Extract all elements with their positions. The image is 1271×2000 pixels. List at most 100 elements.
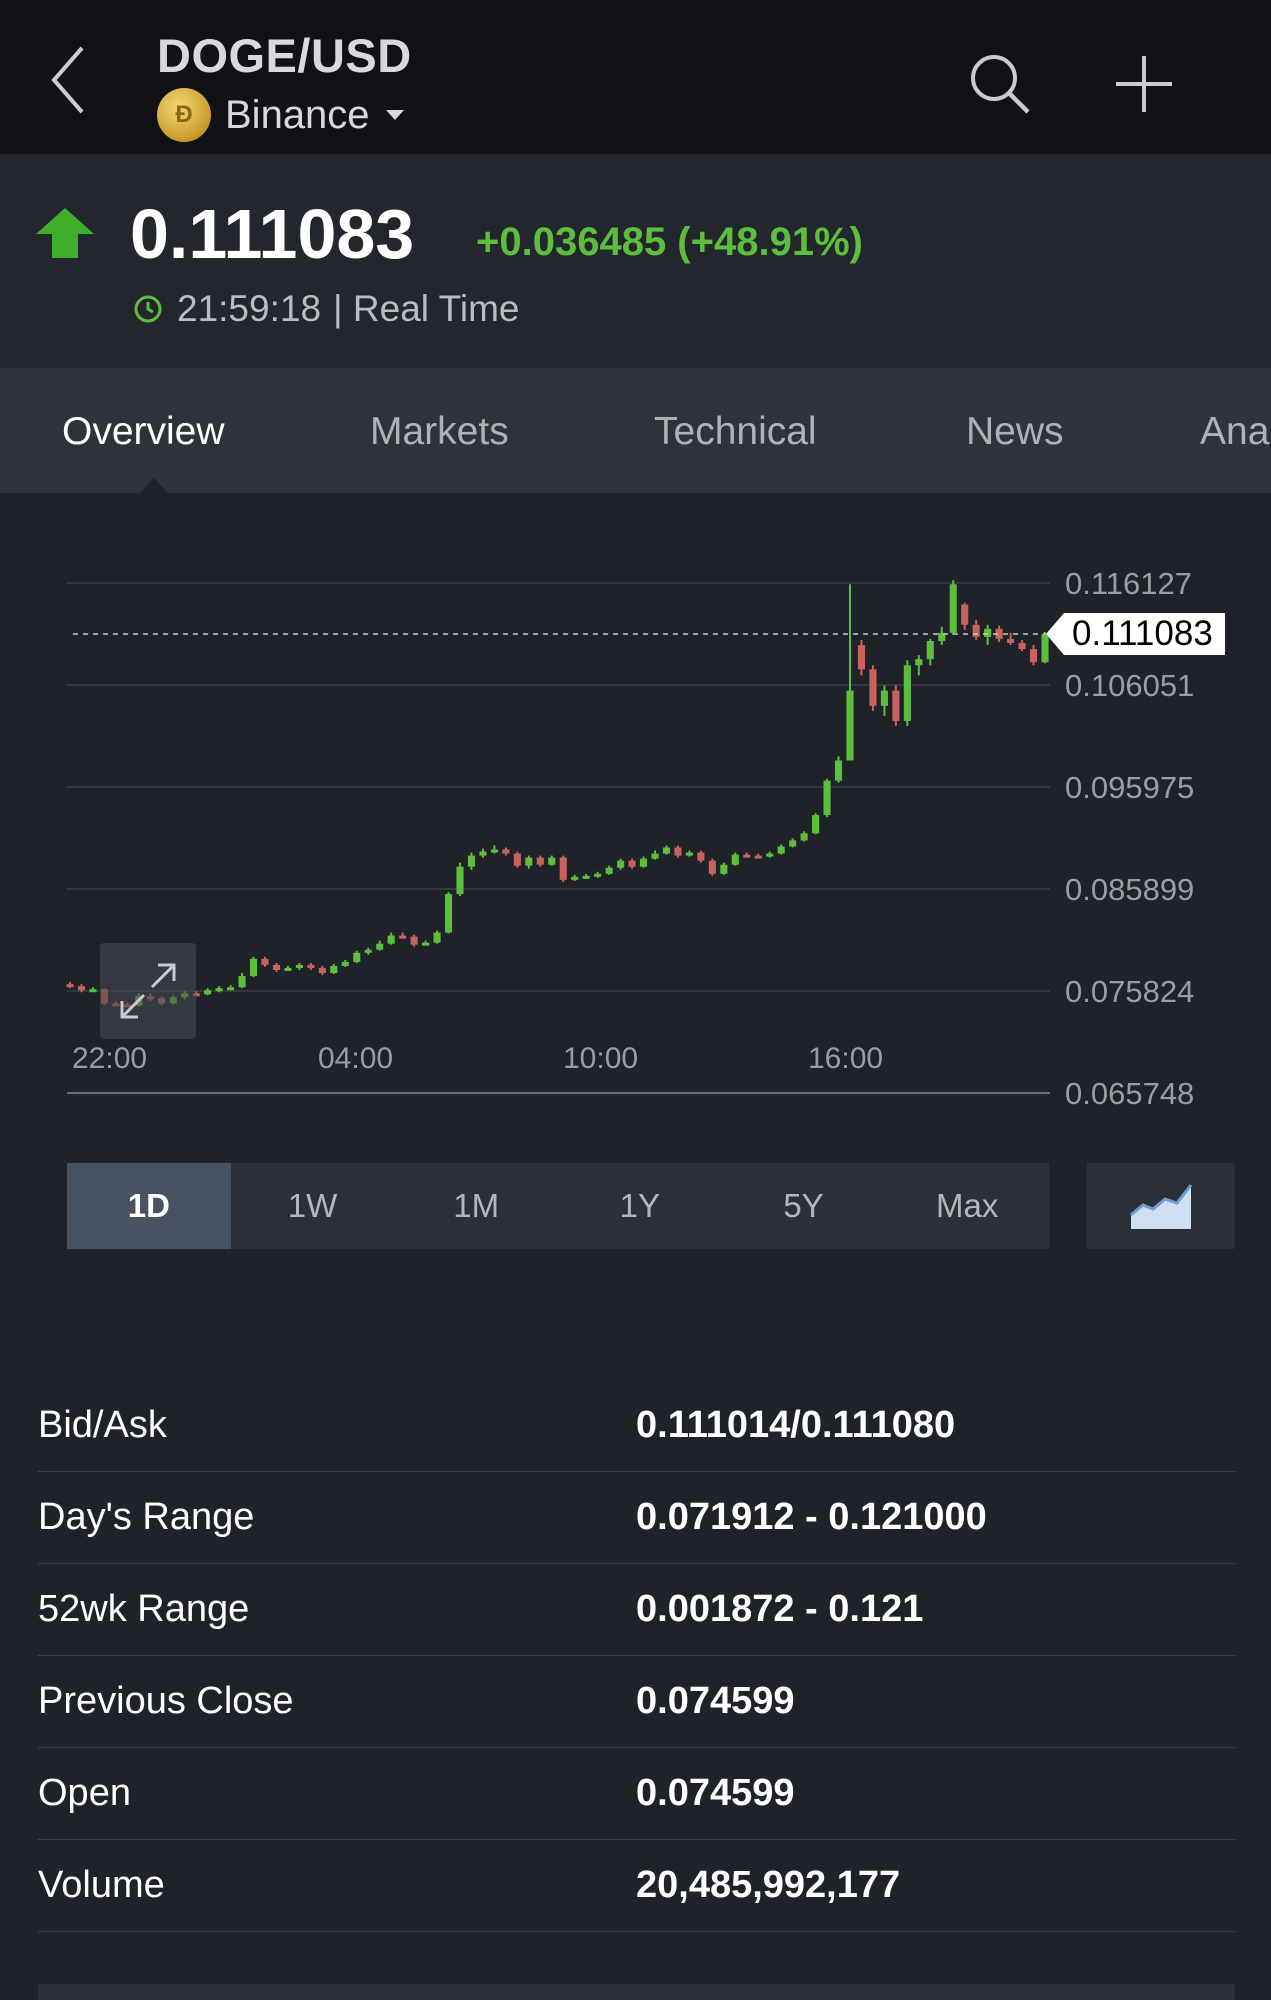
candle-body	[766, 853, 774, 857]
x-tick-label: 04:00	[318, 1042, 393, 1075]
key-stats-table: Bid/Ask 0.111014/0.111080 Day's Range 0.…	[38, 1380, 1235, 1932]
candle-body	[341, 961, 349, 966]
search-icon[interactable]	[968, 52, 1032, 116]
range-1w-button[interactable]: 1W	[231, 1163, 395, 1249]
tab-overview[interactable]: Overview	[62, 410, 225, 454]
back-icon[interactable]	[48, 44, 88, 116]
candle-body	[272, 964, 281, 970]
add-icon[interactable]	[1112, 52, 1176, 116]
candle-body	[961, 604, 969, 625]
x-tick-label: 10:00	[563, 1042, 638, 1075]
candle-body	[467, 855, 476, 867]
candle-body	[915, 659, 923, 666]
candle-body	[249, 958, 258, 977]
stat-label: Previous Close	[38, 1680, 294, 1722]
candle-body	[1018, 643, 1026, 650]
candle-body	[490, 849, 498, 853]
candle-body	[697, 852, 705, 861]
stat-value: 0.001872 - 0.121	[636, 1588, 924, 1630]
tab-news[interactable]: News	[966, 410, 1064, 454]
candle-body	[949, 584, 957, 633]
candle-body	[513, 853, 521, 866]
clock-icon	[134, 295, 162, 323]
candle-body	[880, 690, 888, 706]
candle-body	[628, 860, 636, 867]
y-tick-label: 0.075824	[1065, 974, 1194, 1009]
candle-body	[456, 866, 464, 895]
range-1m-button[interactable]: 1M	[394, 1163, 558, 1249]
exchange-name: Binance	[225, 92, 370, 137]
quote-time-row: 21:59:18 | Real Time	[133, 288, 519, 330]
candle-body	[582, 875, 590, 879]
candle-body	[789, 840, 797, 847]
candle-body	[89, 989, 97, 993]
candle-body	[972, 624, 980, 637]
tab-technical[interactable]: Technical	[654, 410, 817, 454]
y-tick-label: 0.106051	[1065, 668, 1194, 703]
candle-body	[777, 846, 785, 854]
active-tab-indicator	[140, 478, 168, 493]
candle-body	[444, 894, 453, 933]
candle-body	[66, 984, 74, 988]
y-tick-label: 0.065748	[1065, 1076, 1194, 1111]
candle-body	[559, 857, 567, 880]
candle-body	[307, 964, 315, 968]
stat-value: 0.111014/0.111080	[636, 1404, 956, 1446]
candle-body	[984, 628, 992, 637]
range-1d-button[interactable]: 1D	[67, 1163, 231, 1249]
candle-body	[353, 952, 361, 962]
range-1y-button[interactable]: 1Y	[558, 1163, 722, 1249]
candle-body	[708, 860, 716, 874]
area-chart-icon	[1130, 1184, 1193, 1229]
chevron-down-icon	[385, 110, 404, 120]
tab-markets[interactable]: Markets	[370, 410, 509, 454]
bottom-panel-edge	[38, 1984, 1235, 2000]
candle-body	[376, 943, 384, 950]
stat-row: Previous Close 0.074599	[38, 1656, 1235, 1748]
stat-value: 0.071912 - 0.121000	[636, 1496, 987, 1538]
candle-body	[857, 645, 866, 670]
candle-body	[261, 958, 269, 965]
candle-body	[238, 976, 246, 988]
candle-body	[605, 867, 613, 874]
candle-body	[284, 967, 292, 971]
candle-body	[77, 986, 86, 991]
dogecoin-icon: Ð	[157, 88, 211, 142]
candle-body	[330, 965, 338, 974]
y-tick-label: 0.116127	[1065, 566, 1192, 601]
stat-label: 52wk Range	[38, 1588, 250, 1630]
candle-body	[892, 690, 900, 721]
x-tick-label: 16:00	[808, 1042, 883, 1075]
last-price: 0.111083	[130, 195, 415, 273]
quote-panel: 0.111083 +0.036485 (+48.91%) 21:59:18 | …	[0, 154, 1271, 368]
y-tick-label: 0.085899	[1065, 872, 1194, 907]
candle-body	[834, 760, 843, 781]
candle-body	[410, 936, 418, 945]
exchange-selector[interactable]: Ð Binance	[157, 88, 404, 142]
candle-body	[387, 935, 395, 944]
price-chart[interactable]: 0.116127 0.106051 0.095975 0.085899 0.075824…	[0, 493, 1271, 1133]
stat-label: Open	[38, 1772, 131, 1814]
candle-body	[926, 640, 934, 660]
expand-icon[interactable]	[100, 943, 196, 1039]
candle-body	[318, 967, 326, 974]
current-price-tag: 0.111083	[1046, 613, 1225, 656]
price-change: +0.036485 (+48.91%)	[476, 220, 863, 264]
candle-body	[812, 815, 820, 834]
candle-body	[364, 949, 372, 953]
quote-status: | Real Time	[333, 288, 520, 329]
quote-time: 21:59:18	[177, 288, 322, 329]
range-max-button[interactable]: Max	[885, 1163, 1049, 1249]
candle-body	[662, 847, 671, 854]
tab-bar: Overview Markets Technical News Ana	[0, 368, 1271, 493]
stat-row: Volume 20,485,992,177	[38, 1840, 1235, 1932]
top-bar: DOGE/USD Ð Binance	[0, 0, 1271, 154]
candle-body	[754, 855, 762, 859]
tab-analysis[interactable]: Ana	[1200, 410, 1269, 454]
candle-body	[903, 665, 911, 721]
candle-body	[571, 876, 579, 880]
chart-type-button[interactable]	[1087, 1163, 1235, 1249]
range-5y-button[interactable]: 5Y	[722, 1163, 886, 1249]
candle-body	[204, 990, 212, 995]
stat-value: 0.074599	[636, 1680, 795, 1722]
